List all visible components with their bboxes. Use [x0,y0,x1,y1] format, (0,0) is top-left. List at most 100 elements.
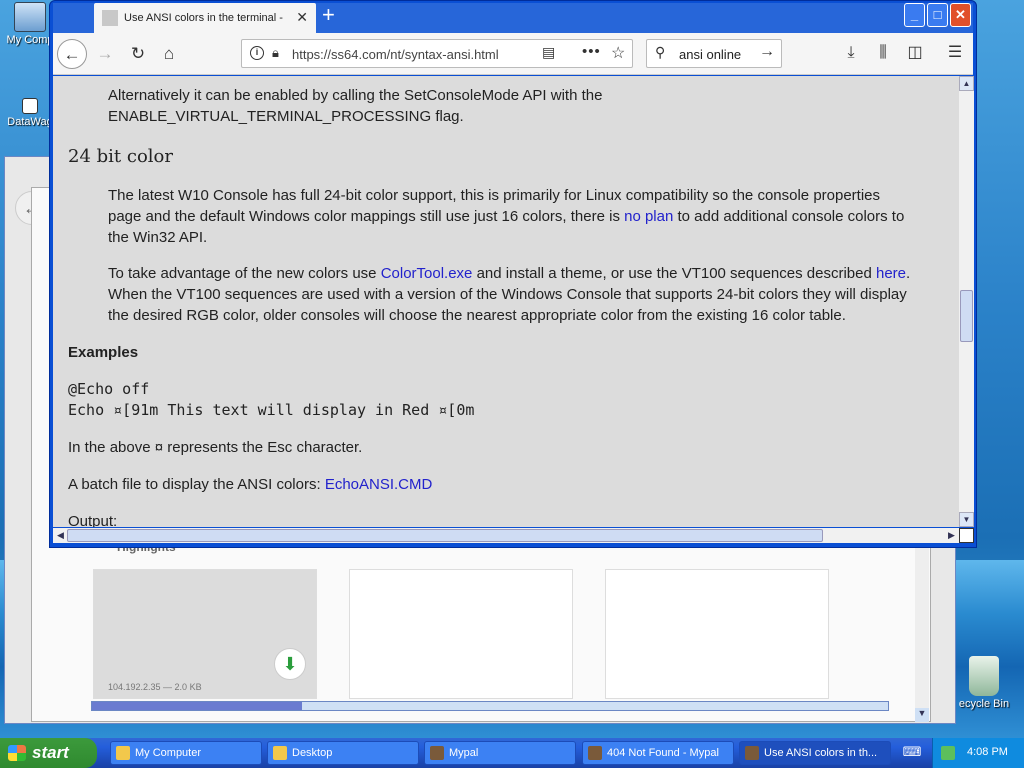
folder-icon [273,746,287,760]
bookmark-star-icon[interactable]: ☆ [611,43,625,63]
link-echoansi[interactable]: EchoANSI.CMD [325,476,433,493]
scroll-down-icon[interactable]: ▼ [915,708,929,722]
network-icon[interactable] [941,746,955,760]
more-icon[interactable]: ••• [582,43,601,60]
reload-icon[interactable]: ↻ [123,39,153,69]
minimize-button[interactable]: _ [904,3,925,27]
tab-title: Use ANSI colors in the terminal - W [124,12,284,24]
taskbar-item-desktop[interactable]: Desktop [267,741,419,765]
taskbar-item-ansi[interactable]: Use ANSI colors in th... [739,741,891,765]
plus-icon[interactable]: + [322,4,335,26]
search-bar[interactable]: ⚲ ansi online → [646,39,782,68]
text: the desired RGB color, older consoles wi… [108,307,846,324]
start-button[interactable]: start [0,738,97,768]
mypal-icon [430,746,444,760]
text: the Win32 API. [108,229,208,246]
code-block: @Echo off Echo ¤[91m This text will disp… [68,379,474,421]
menu-icon[interactable]: ☰ [943,41,967,65]
tab-active[interactable]: Use ANSI colors in the terminal - W ✕ [94,3,316,33]
info-icon[interactable]: i [250,46,264,60]
sidebar-icon[interactable]: ◫ [903,41,927,65]
scroll-down-icon[interactable]: ▼ [959,512,974,527]
task-label: Mypal [449,747,479,759]
horizontal-scrollbar[interactable] [91,701,889,711]
text: The latest W10 Console has full 24-bit c… [108,187,881,204]
forward-arrow-icon[interactable]: → [90,39,120,69]
paragraph-24bit: The latest W10 Console has full 24-bit c… [108,185,904,248]
taskbar-item-my-computer[interactable]: My Computer [110,741,262,765]
text: and install a theme, or use the VT100 se… [472,265,876,282]
system-tray: 4:08 PM [932,738,1024,768]
highlight-card[interactable]: ⬇ 104.192.2.35 — 2.0 KB [93,569,317,699]
paragraph-output: Output: [68,513,118,527]
favicon-icon [102,10,118,26]
start-label: start [32,743,69,762]
search-icon: ⚲ [655,44,666,60]
reader-view-icon[interactable]: ▤ [542,44,555,61]
go-arrow-icon[interactable]: → [759,43,775,61]
shortcut-icon [22,98,38,114]
scroll-up-icon[interactable]: ▲ [959,76,974,91]
page-content: Alternatively it can be enabled by calli… [53,76,959,527]
desktop-icon-label: ecycle Bin [958,698,1010,710]
heading-24-bit-color: 24 bit color [68,146,173,167]
download-icon: ⬇ [274,648,306,680]
text: ENABLE_VIRTUAL_TERMINAL_PROCESSING flag. [108,108,464,125]
scroll-thumb[interactable] [67,529,823,542]
url-text[interactable]: https://ss64.com/nt/syntax-ansi.html [292,47,499,62]
task-label: 404 Not Found - Mypal [607,747,719,759]
lock-icon[interactable]: 🔒︎ [272,45,279,61]
task-label: My Computer [135,747,202,759]
text: page and the default Windows color mappi… [108,208,625,225]
horizontal-scrollbar[interactable]: ◀ ▶ [53,528,959,543]
taskbar-item-404[interactable]: 404 Not Found - Mypal [582,741,734,765]
folder-icon [116,746,130,760]
scroll-thumb[interactable] [960,290,973,342]
text: Alternatively it can be enabled by calli… [108,87,603,104]
home-icon[interactable]: ⌂ [154,39,184,69]
mypal-icon [588,746,602,760]
taskbar: start My Computer Desktop Mypal 404 Not … [0,738,1024,768]
recycle-bin-icon [969,656,999,696]
maximize-button[interactable]: □ [927,3,948,27]
text: to add additional console colors to [673,208,905,225]
url-bar[interactable]: i 🔒︎ https://ss64.com/nt/syntax-ansi.htm… [241,39,633,68]
code-line: @Echo off [68,380,150,398]
text: A batch file to display the ANSI colors: [68,476,325,493]
desktop-icon-recycle-bin[interactable]: ecycle Bin [944,656,1024,710]
desktop-icon-label: My Comp [6,34,54,46]
search-query[interactable]: ansi online [679,47,741,62]
text: . [906,265,911,282]
close-button[interactable]: ✕ [950,3,971,27]
code-line: Echo ¤[91m This text will display in Red… [68,401,475,419]
task-label: Desktop [292,747,333,759]
card-meta: 104.192.2.35 — 2.0 KB [108,682,202,692]
library-icon[interactable]: ⫼ [871,41,895,65]
link-colortool[interactable]: ColorTool.exe [381,265,473,282]
paragraph-colortool: To take advantage of the new colors use … [108,263,910,326]
browser-window[interactable]: Use ANSI colors in the terminal - W ✕ + … [49,0,977,548]
taskbar-item-mypal[interactable]: Mypal [424,741,576,765]
keyboard-icon[interactable]: ⌨ [900,744,924,762]
back-arrow-icon[interactable]: ← [57,39,87,69]
highlight-card[interactable] [349,569,573,699]
close-tab-icon[interactable]: ✕ [296,9,308,26]
navigation-toolbar: ← → ↻ ⌂ i 🔒︎ https://ss64.com/nt/syntax-… [53,33,973,75]
paragraph-batch: A batch file to display the ANSI colors:… [68,474,432,495]
vertical-scrollbar[interactable]: ▲ ▼ [959,76,974,527]
link-no-plan[interactable]: no plan [624,208,673,225]
link-here[interactable]: here [876,265,906,282]
paragraph-enable: Alternatively it can be enabled by calli… [108,85,602,127]
scroll-left-icon[interactable]: ◀ [53,528,68,543]
task-label: Use ANSI colors in th... [764,747,878,759]
text: To take advantage of the new colors use [108,265,381,282]
clock[interactable]: 4:08 PM [967,746,1008,758]
windows-flag-icon [8,745,26,761]
scroll-corner [959,528,974,543]
scroll-thumb[interactable] [92,702,302,710]
heading-examples: Examples [68,344,139,361]
highlight-card[interactable] [605,569,829,699]
text: When the VT100 sequences are used with a… [108,286,907,303]
download-icon[interactable]: ⤓ [839,41,863,65]
scroll-right-icon[interactable]: ▶ [944,528,959,543]
